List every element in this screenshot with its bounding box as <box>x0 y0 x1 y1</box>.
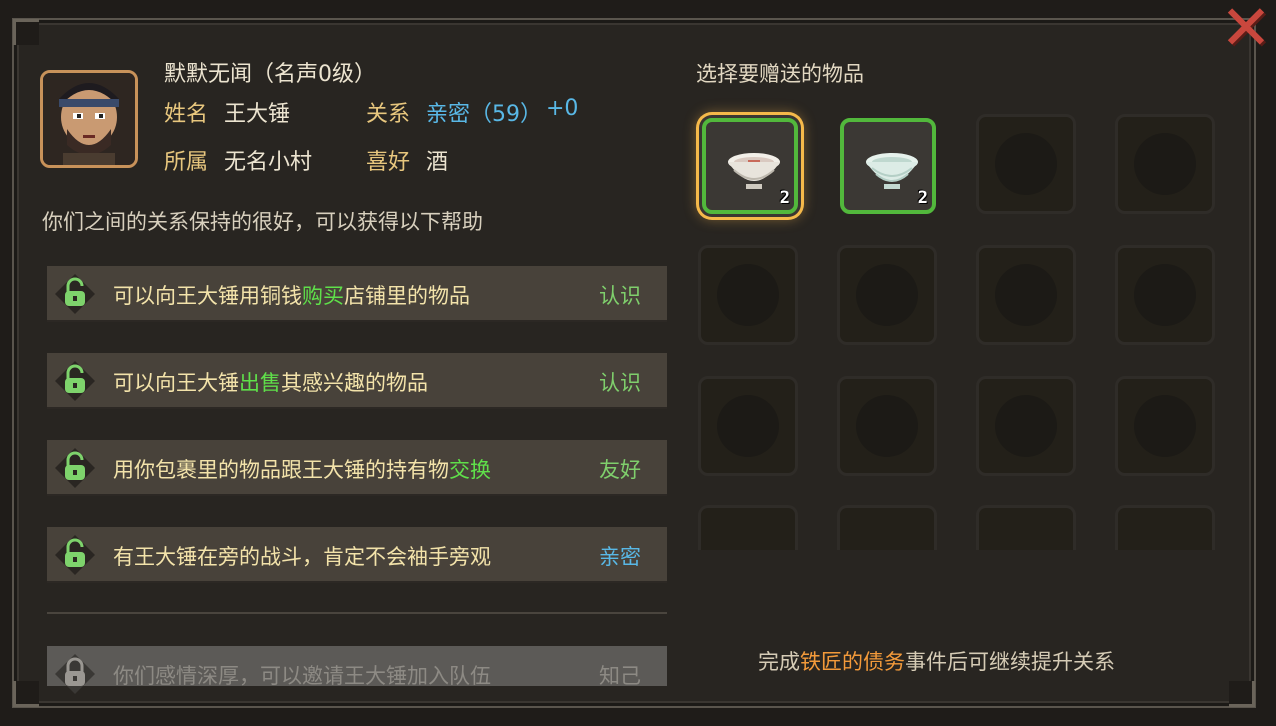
faction-value: 无名小村 <box>224 150 313 175</box>
empty-slot[interactable] <box>837 505 937 550</box>
empty-slot[interactable] <box>1115 376 1215 476</box>
benefit-row: 有王大锤在旁的战斗，肯定不会袖手旁观 亲密 <box>47 527 667 583</box>
relation-hint: 完成铁匠的债务事件后可继续提升关系 <box>758 646 1115 676</box>
empty-slot[interactable] <box>698 245 798 345</box>
bowl-icon <box>728 153 780 189</box>
empty-slot[interactable] <box>1115 245 1215 345</box>
locked-benefit-row: 你们感情深厚，可以邀请王大锤加入队伍 知己 <box>47 646 667 694</box>
benefit-requirement: 知己 <box>599 664 641 688</box>
item-count: 2 <box>779 188 790 208</box>
npc-name: 王大锤 <box>224 102 291 127</box>
close-icon[interactable]: ✕ <box>1218 0 1274 59</box>
empty-slot[interactable] <box>976 376 1076 476</box>
lock-icon <box>55 654 95 694</box>
benefit-requirement: 认识 <box>599 371 641 395</box>
gift-slot[interactable]: 2 <box>840 118 936 214</box>
bowl-icon <box>866 153 918 189</box>
empty-slot[interactable] <box>837 376 937 476</box>
event-name: 铁匠的债务 <box>800 650 905 674</box>
hobby-value: 酒 <box>426 150 449 175</box>
benefit-requirement: 亲密 <box>599 545 641 569</box>
faction-label: 所属 <box>164 150 209 175</box>
unlock-icon <box>55 535 95 575</box>
relation-intro: 你们之间的关系保持的很好，可以获得以下帮助 <box>42 210 483 234</box>
name-label: 姓名 <box>164 102 209 127</box>
empty-slot[interactable] <box>837 245 937 345</box>
benefit-highlight: 交换 <box>449 458 491 482</box>
frame-corner <box>13 19 39 45</box>
benefit-highlight: 出售 <box>239 371 281 395</box>
empty-slot[interactable] <box>1115 505 1215 550</box>
gift-slot[interactable]: 2 <box>702 118 798 214</box>
relation-value: 亲密（59） <box>426 102 542 127</box>
gift-title: 选择要赠送的物品 <box>696 62 864 86</box>
benefit-highlight: 购买 <box>302 284 344 308</box>
frame-corner <box>13 681 39 707</box>
relation-label: 关系 <box>366 102 411 127</box>
benefit-row: 用你包裹里的物品跟王大锤的持有物交换 友好 <box>47 440 667 496</box>
frame-corner <box>1229 681 1255 707</box>
benefit-row: 可以向王大锤用铜钱购买店铺里的物品 认识 <box>47 266 667 322</box>
benefit-row: 可以向王大锤出售其感兴趣的物品 认识 <box>47 353 667 409</box>
benefit-text: 店铺里的物品 <box>344 284 470 308</box>
hint-text: 事件后可继续提升关系 <box>905 650 1115 674</box>
benefit-text: 用你包裹里的物品跟王大锤的持有物 <box>113 458 449 482</box>
npc-portrait <box>40 70 138 168</box>
section-divider <box>47 612 667 614</box>
empty-slot[interactable] <box>976 505 1076 550</box>
item-count: 2 <box>917 188 928 208</box>
hint-text: 完成 <box>758 650 800 674</box>
empty-slot[interactable] <box>698 376 798 476</box>
fame-title: 默默无闻（名声0级） <box>164 62 376 87</box>
benefit-requirement: 友好 <box>599 458 641 482</box>
empty-slot[interactable] <box>976 245 1076 345</box>
empty-slot[interactable] <box>976 114 1076 214</box>
benefit-requirement: 认识 <box>599 284 641 308</box>
benefit-text: 有王大锤在旁的战斗，肯定不会袖手旁观 <box>113 545 491 569</box>
benefit-text: 可以向王大锤 <box>113 371 239 395</box>
empty-slot[interactable] <box>698 505 798 550</box>
empty-slot[interactable] <box>1115 114 1215 214</box>
unlock-icon <box>55 274 95 314</box>
unlock-icon <box>55 448 95 488</box>
benefit-text: 可以向王大锤用铜钱 <box>113 284 302 308</box>
unlock-icon <box>55 361 95 401</box>
benefit-text: 你们感情深厚，可以邀请王大锤加入队伍 <box>113 664 491 688</box>
relation-delta: +0 <box>546 96 579 121</box>
benefit-text: 其感兴趣的物品 <box>281 371 428 395</box>
hobby-label: 喜好 <box>366 150 411 175</box>
